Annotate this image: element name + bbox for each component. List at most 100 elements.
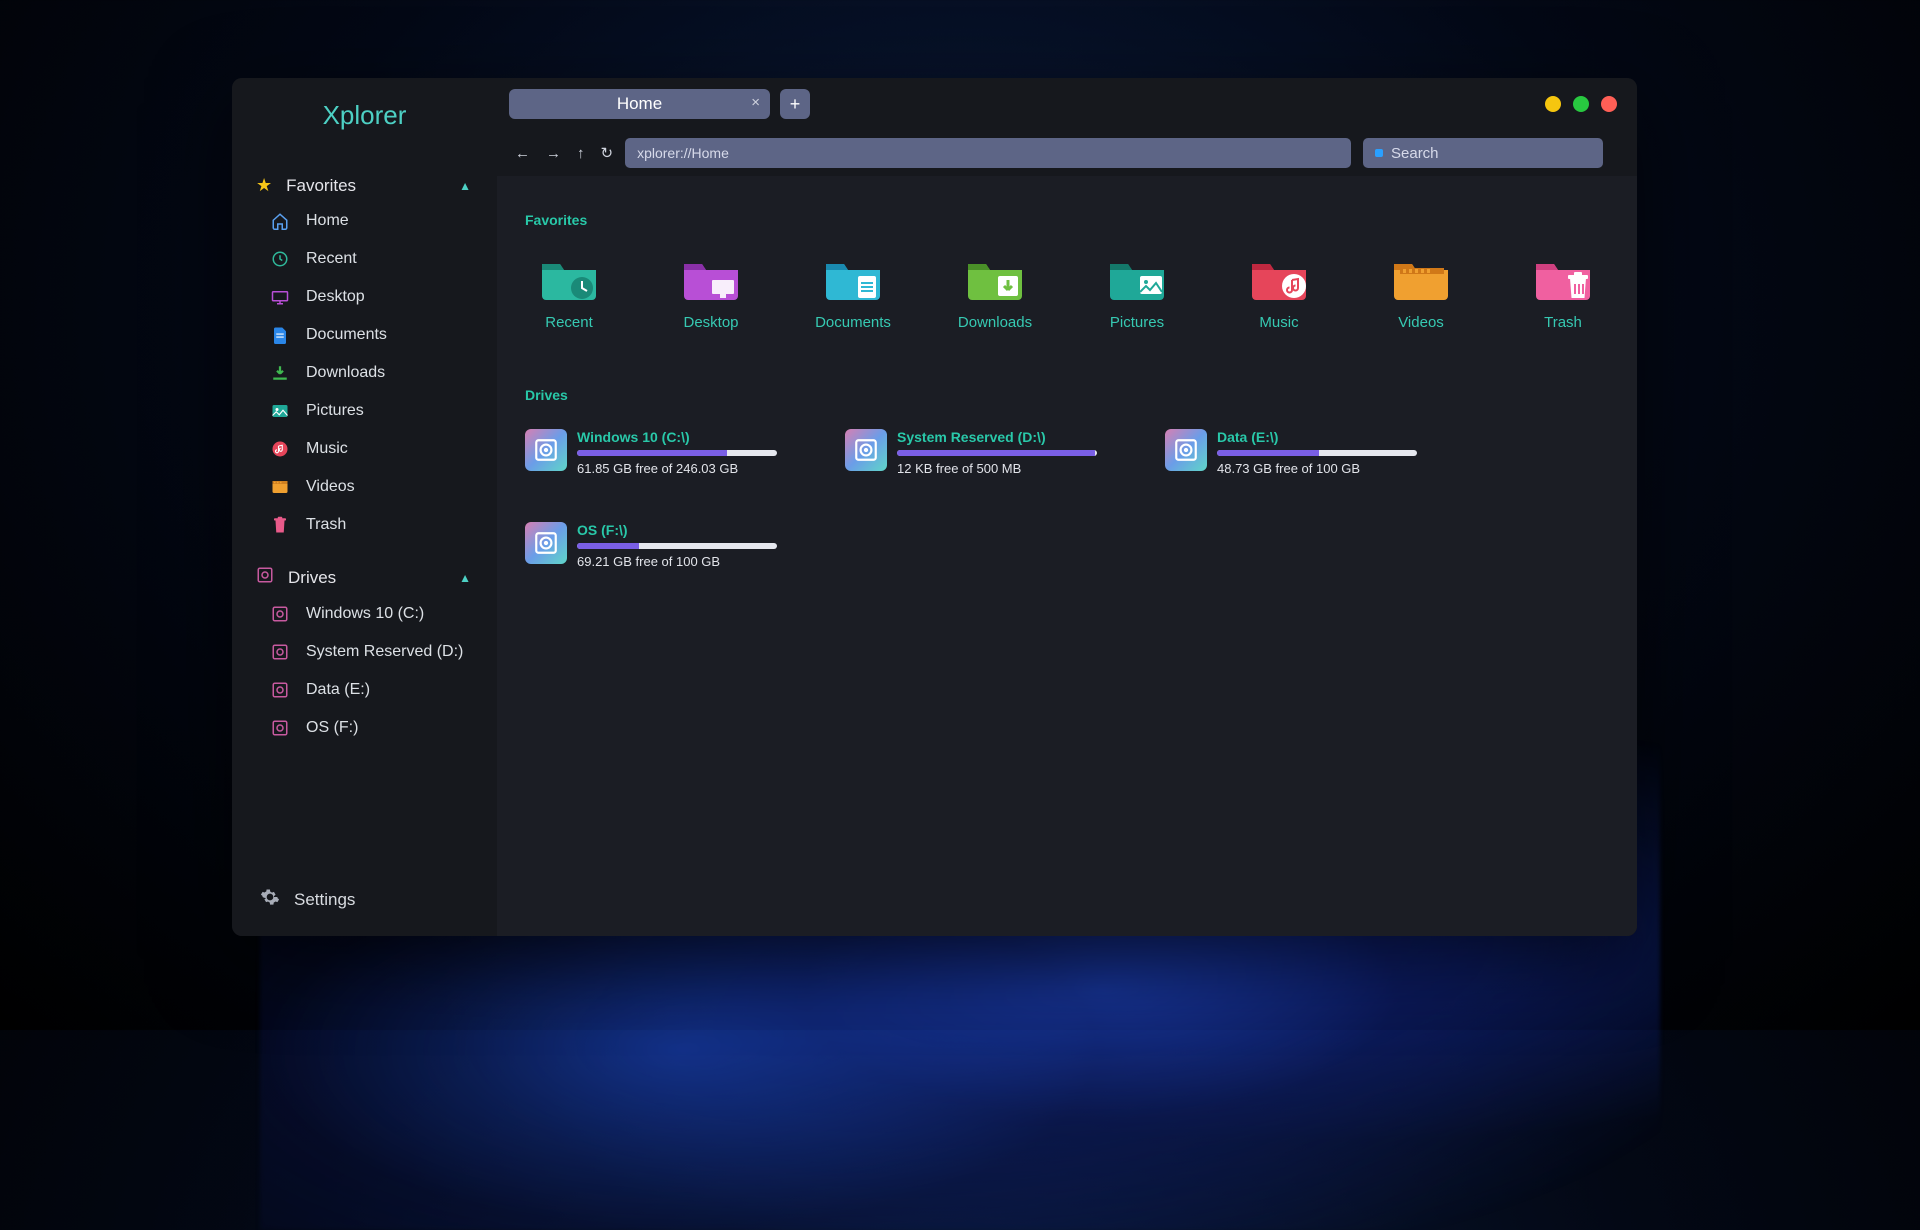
search-placeholder: Search bbox=[1391, 145, 1439, 162]
folder-icon bbox=[822, 254, 884, 302]
downloads-icon bbox=[270, 363, 290, 383]
sidebar: Xplorer ★Favorites ▲ Home Recent Desktop… bbox=[232, 78, 497, 936]
trash-icon bbox=[270, 515, 290, 535]
sidebar-item-music[interactable]: Music bbox=[232, 430, 497, 468]
home-icon bbox=[270, 211, 290, 231]
sidebar-item-downloads[interactable]: Downloads bbox=[232, 354, 497, 392]
favorite-documents[interactable]: Documents bbox=[809, 254, 897, 331]
new-tab-button[interactable]: + bbox=[780, 89, 810, 119]
favorite-pictures[interactable]: Pictures bbox=[1093, 254, 1181, 331]
desktop-icon bbox=[270, 287, 290, 307]
maximize-button[interactable] bbox=[1573, 96, 1589, 112]
sidebar-item-label: Pictures bbox=[306, 402, 364, 420]
favorite-label: Videos bbox=[1398, 314, 1444, 331]
recent-icon bbox=[270, 249, 290, 269]
titlebar: Home × + bbox=[497, 78, 1637, 130]
favorites-heading: Favorites bbox=[525, 212, 1609, 228]
folder-icon bbox=[538, 254, 600, 302]
settings-label: Settings bbox=[294, 890, 355, 910]
folder-icon bbox=[1390, 254, 1452, 302]
main-area: Home × + ← → ↑ ↻ xplorer://Home Search bbox=[497, 78, 1637, 936]
sidebar-drive-c[interactable]: Windows 10 (C:) bbox=[232, 595, 497, 633]
collapse-icon[interactable]: ▲ bbox=[459, 571, 471, 585]
sidebar-item-videos[interactable]: Videos bbox=[232, 468, 497, 506]
favorite-trash[interactable]: Trash bbox=[1519, 254, 1607, 331]
nav-forward-icon[interactable]: → bbox=[546, 145, 561, 162]
drive-usage-bar bbox=[1217, 450, 1417, 456]
drive-item[interactable]: Data (E:\) 48.73 GB free of 100 GB bbox=[1165, 429, 1455, 476]
hdd-icon bbox=[270, 680, 290, 700]
drive-name: OS (F:\) bbox=[577, 522, 815, 538]
drive-name: Data (E:\) bbox=[1217, 429, 1455, 445]
address-text: xplorer://Home bbox=[637, 145, 729, 161]
sidebar-item-desktop[interactable]: Desktop bbox=[232, 278, 497, 316]
sidebar-item-label: Recent bbox=[306, 250, 357, 268]
sidebar-settings[interactable]: Settings bbox=[232, 867, 497, 936]
sidebar-item-home[interactable]: Home bbox=[232, 202, 497, 240]
sidebar-drive-e[interactable]: Data (E:) bbox=[232, 671, 497, 709]
drive-item[interactable]: Windows 10 (C:\) 61.85 GB free of 246.03… bbox=[525, 429, 815, 476]
drive-icon bbox=[256, 566, 274, 589]
favorite-videos[interactable]: Videos bbox=[1377, 254, 1465, 331]
hdd-icon bbox=[845, 429, 887, 471]
tab-label: Home bbox=[617, 94, 662, 114]
drives-grid: Windows 10 (C:\) 61.85 GB free of 246.03… bbox=[525, 429, 1609, 569]
sidebar-item-trash[interactable]: Trash bbox=[232, 506, 497, 544]
sidebar-item-documents[interactable]: Documents bbox=[232, 316, 497, 354]
folder-icon bbox=[964, 254, 1026, 302]
sidebar-drive-f[interactable]: OS (F:) bbox=[232, 709, 497, 747]
sidebar-item-label: Downloads bbox=[306, 364, 385, 382]
sidebar-item-label: Videos bbox=[306, 478, 355, 496]
sidebar-favorites-header[interactable]: ★Favorites ▲ bbox=[232, 169, 497, 202]
search-icon bbox=[1375, 149, 1383, 157]
favorite-downloads[interactable]: Downloads bbox=[951, 254, 1039, 331]
drive-free-text: 12 KB free of 500 MB bbox=[897, 461, 1135, 476]
drives-heading: Drives bbox=[525, 387, 1609, 403]
folder-icon bbox=[680, 254, 742, 302]
close-button[interactable] bbox=[1601, 96, 1617, 112]
sidebar-item-recent[interactable]: Recent bbox=[232, 240, 497, 278]
favorite-label: Documents bbox=[815, 314, 891, 331]
folder-icon bbox=[1532, 254, 1594, 302]
tab-home[interactable]: Home × bbox=[509, 89, 770, 119]
close-tab-icon[interactable]: × bbox=[751, 94, 760, 111]
drive-usage-bar bbox=[897, 450, 1097, 456]
nav-refresh-icon[interactable]: ↻ bbox=[601, 144, 614, 162]
minimize-button[interactable] bbox=[1545, 96, 1561, 112]
videos-icon bbox=[270, 477, 290, 497]
favorite-label: Desktop bbox=[683, 314, 738, 331]
search-input[interactable]: Search bbox=[1363, 138, 1603, 168]
nav-back-icon[interactable]: ← bbox=[515, 145, 530, 162]
content-pane: Favorites Recent Desktop Documents Downl… bbox=[497, 176, 1637, 936]
address-bar[interactable]: xplorer://Home bbox=[625, 138, 1351, 168]
favorite-recent[interactable]: Recent bbox=[525, 254, 613, 331]
sidebar-item-label: Windows 10 (C:) bbox=[306, 605, 424, 623]
sidebar-item-label: OS (F:) bbox=[306, 719, 358, 737]
sidebar-drives-header[interactable]: Drives ▲ bbox=[232, 560, 497, 595]
sidebar-drive-d[interactable]: System Reserved (D:) bbox=[232, 633, 497, 671]
collapse-icon[interactable]: ▲ bbox=[459, 179, 471, 193]
favorite-label: Recent bbox=[545, 314, 593, 331]
favorite-label: Pictures bbox=[1110, 314, 1164, 331]
favorite-desktop[interactable]: Desktop bbox=[667, 254, 755, 331]
drive-item[interactable]: OS (F:\) 69.21 GB free of 100 GB bbox=[525, 522, 815, 569]
favorite-music[interactable]: Music bbox=[1235, 254, 1323, 331]
sidebar-item-pictures[interactable]: Pictures bbox=[232, 392, 497, 430]
sidebar-favorites-label: Favorites bbox=[286, 176, 356, 195]
favorite-label: Trash bbox=[1544, 314, 1582, 331]
hdd-icon bbox=[270, 718, 290, 738]
nav-up-icon[interactable]: ↑ bbox=[577, 145, 585, 162]
drive-free-text: 48.73 GB free of 100 GB bbox=[1217, 461, 1455, 476]
folder-icon bbox=[1248, 254, 1310, 302]
drive-item[interactable]: System Reserved (D:\) 12 KB free of 500 … bbox=[845, 429, 1135, 476]
documents-icon bbox=[270, 325, 290, 345]
drive-name: Windows 10 (C:\) bbox=[577, 429, 815, 445]
hdd-icon bbox=[1165, 429, 1207, 471]
favorite-label: Music bbox=[1259, 314, 1298, 331]
app-title: Xplorer bbox=[232, 100, 497, 131]
sidebar-item-label: Data (E:) bbox=[306, 681, 370, 699]
favorite-label: Downloads bbox=[958, 314, 1032, 331]
sidebar-item-label: Trash bbox=[306, 516, 346, 534]
hdd-icon bbox=[525, 522, 567, 564]
xplorer-window: Xplorer ★Favorites ▲ Home Recent Desktop… bbox=[232, 78, 1637, 936]
